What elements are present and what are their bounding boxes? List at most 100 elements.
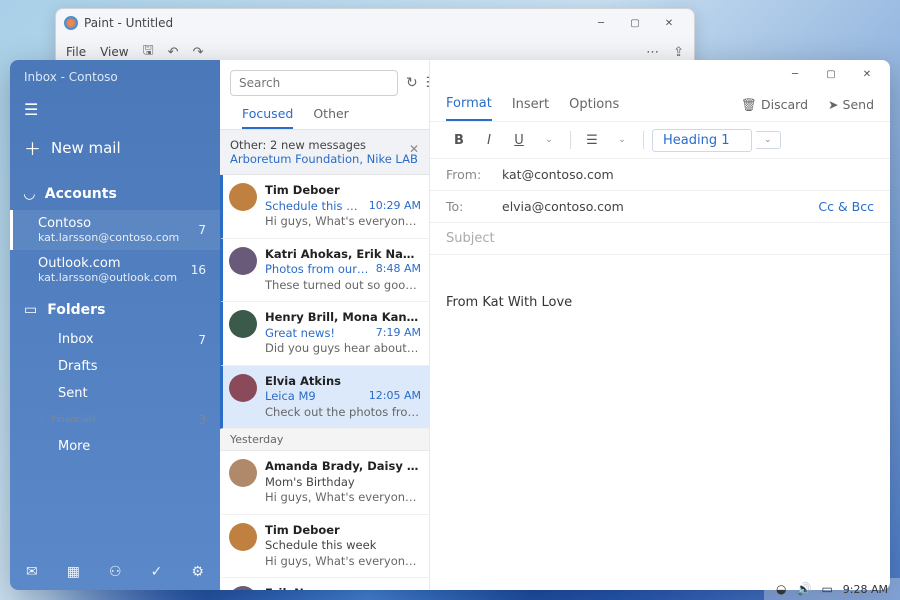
folder-icon: ▭ <box>24 302 37 318</box>
folder-financials[interactable]: Financials3 <box>10 407 220 433</box>
mail-sidebar: Inbox - Contoso ☰ ＋ New mail ◡ Accounts … <box>10 60 220 590</box>
todo-icon[interactable]: ✓ <box>151 564 163 580</box>
account-email: kat.larsson@contoso.com <box>38 231 198 244</box>
accounts-header[interactable]: ◡ Accounts <box>10 174 220 210</box>
calendar-icon[interactable]: ▦ <box>67 564 80 580</box>
message-item[interactable]: Henry Brill, Mona Kane, Cecil FolkGreat … <box>220 302 429 366</box>
account-contoso[interactable]: Contoso kat.larsson@contoso.com 7 <box>10 210 220 250</box>
redo-icon[interactable]: ↷ <box>193 45 204 60</box>
tab-other[interactable]: Other <box>313 106 349 129</box>
plus-icon: ＋ <box>24 135 41 160</box>
message-sender: Katri Ahokas, Erik Nason <box>265 247 421 263</box>
underline-button[interactable]: U <box>506 128 532 152</box>
folder-count: 7 <box>198 333 206 347</box>
to-label: To: <box>446 199 488 214</box>
compose-body[interactable]: From Kat With Love <box>430 255 890 350</box>
paint-title-text: Paint - Untitled <box>84 16 173 30</box>
trash-icon: 🗑 <box>741 97 757 113</box>
message-time: 8:48 AM <box>376 262 421 278</box>
account-email: kat.larsson@outlook.com <box>38 271 191 284</box>
folder-count: 3 <box>198 413 206 427</box>
message-item[interactable]: Katri Ahokas, Erik NasonPhotos from our … <box>220 239 429 303</box>
minimize-button[interactable]: ─ <box>584 13 618 33</box>
hamburger-icon[interactable]: ☰ <box>10 94 220 121</box>
heading-dropdown-icon[interactable]: ⌄ <box>756 131 781 149</box>
maximize-button[interactable]: ▢ <box>618 13 652 33</box>
message-subject: Schedule this week <box>265 199 365 215</box>
mail-window: Inbox - Contoso ☰ ＋ New mail ◡ Accounts … <box>10 60 890 590</box>
message-list-pane: ↻ ☷ Focused Other Other: 2 new messages … <box>220 60 430 590</box>
discard-button[interactable]: 🗑Discard <box>741 97 808 113</box>
paint-titlebar[interactable]: Paint - Untitled ─ ▢ ✕ <box>56 9 694 37</box>
folders-header[interactable]: ▭ Folders <box>10 290 220 326</box>
message-item[interactable]: Elvia AtkinsLeica M912:05 AMCheck out th… <box>220 366 429 430</box>
message-subject: Leica M9 <box>265 389 316 405</box>
date-separator: Yesterday <box>220 429 429 451</box>
avatar <box>229 523 257 551</box>
message-sender: Tim Deboer <box>265 523 421 539</box>
to-field: To: elvia@contoso.com Cc & Bcc <box>430 191 890 223</box>
bold-button[interactable]: B <box>446 128 472 152</box>
new-mail-button[interactable]: ＋ New mail <box>10 121 220 174</box>
from-label: From: <box>446 167 488 182</box>
search-input[interactable] <box>230 70 398 96</box>
message-item[interactable]: Amanda Brady, Daisy PhillipsMom's Birthd… <box>220 451 429 515</box>
other-banner[interactable]: Other: 2 new messages Arboretum Foundati… <box>220 129 429 175</box>
undo-icon[interactable]: ↶ <box>168 45 179 60</box>
person-icon: ◡ <box>24 186 35 202</box>
account-outlook[interactable]: Outlook.com kat.larsson@outlook.com 16 <box>10 250 220 290</box>
send-icon: ➤ <box>828 97 838 112</box>
maximize-button[interactable]: ▢ <box>814 64 848 84</box>
settings-icon[interactable]: ⚙ <box>191 564 204 580</box>
overflow-icon[interactable]: ⋯ <box>646 45 659 60</box>
sync-icon[interactable]: ↻ <box>406 75 418 91</box>
close-button[interactable]: ✕ <box>652 13 686 33</box>
menu-file[interactable]: File <box>66 45 86 59</box>
to-value[interactable]: elvia@contoso.com <box>502 199 624 214</box>
cc-bcc-button[interactable]: Cc & Bcc <box>818 199 874 214</box>
close-button[interactable]: ✕ <box>850 64 884 84</box>
folder-label: Drafts <box>58 359 206 374</box>
message-preview: Hi guys, What's everyone's schedule <box>265 490 421 506</box>
account-count: 7 <box>198 223 206 237</box>
tab-options[interactable]: Options <box>569 89 619 120</box>
message-item[interactable]: Tim DeboerSchedule this week10:29 AMHi g… <box>220 175 429 239</box>
folder-drafts[interactable]: Drafts <box>10 353 220 380</box>
heading-select[interactable]: Heading 1 <box>652 129 752 152</box>
folder-label: Sent <box>58 386 206 401</box>
share-icon[interactable]: ⇪ <box>673 45 684 60</box>
font-dropdown-icon[interactable]: ⌄ <box>536 128 562 152</box>
subject-field[interactable]: Subject <box>430 223 890 255</box>
avatar <box>229 247 257 275</box>
account-count: 16 <box>191 263 206 277</box>
message-preview: These turned out so good! xx <box>265 278 421 294</box>
minimize-button[interactable]: ─ <box>778 64 812 84</box>
folder-sent[interactable]: Sent <box>10 380 220 407</box>
bullets-dropdown-icon[interactable]: ⌄ <box>609 128 635 152</box>
new-mail-label: New mail <box>51 139 121 157</box>
message-sender: Amanda Brady, Daisy Phillips <box>265 459 421 475</box>
battery-icon[interactable]: ▭ <box>821 582 832 596</box>
message-time: 10:29 AM <box>369 199 421 215</box>
message-preview: Hi guys, What's everyone's schedule <box>265 214 421 230</box>
tab-insert[interactable]: Insert <box>512 89 549 120</box>
folder-inbox[interactable]: Inbox7 <box>10 326 220 353</box>
from-value[interactable]: kat@contoso.com <box>502 167 614 182</box>
tab-focused[interactable]: Focused <box>242 106 293 129</box>
folder-label: Financials <box>52 415 199 425</box>
italic-button[interactable]: I <box>476 128 502 152</box>
menu-view[interactable]: View <box>100 45 128 59</box>
tab-format[interactable]: Format <box>446 88 492 121</box>
close-icon[interactable]: ✕ <box>409 142 419 156</box>
bullets-button[interactable]: ☰ <box>579 128 605 152</box>
send-button[interactable]: ➤Send <box>828 97 874 112</box>
volume-icon[interactable]: 🔊 <box>796 582 811 596</box>
mail-icon[interactable]: ✉ <box>26 564 38 580</box>
message-item[interactable]: Tim DeboerSchedule this weekHi guys, Wha… <box>220 515 429 579</box>
folder-more[interactable]: More <box>10 433 220 460</box>
people-icon[interactable]: ⚇ <box>109 564 122 580</box>
message-item[interactable]: Erik Nason <box>220 578 429 590</box>
wifi-icon[interactable]: ◒ <box>776 582 786 596</box>
clock[interactable]: 9:28 AM <box>843 583 888 596</box>
message-time: 12:05 AM <box>369 389 421 405</box>
